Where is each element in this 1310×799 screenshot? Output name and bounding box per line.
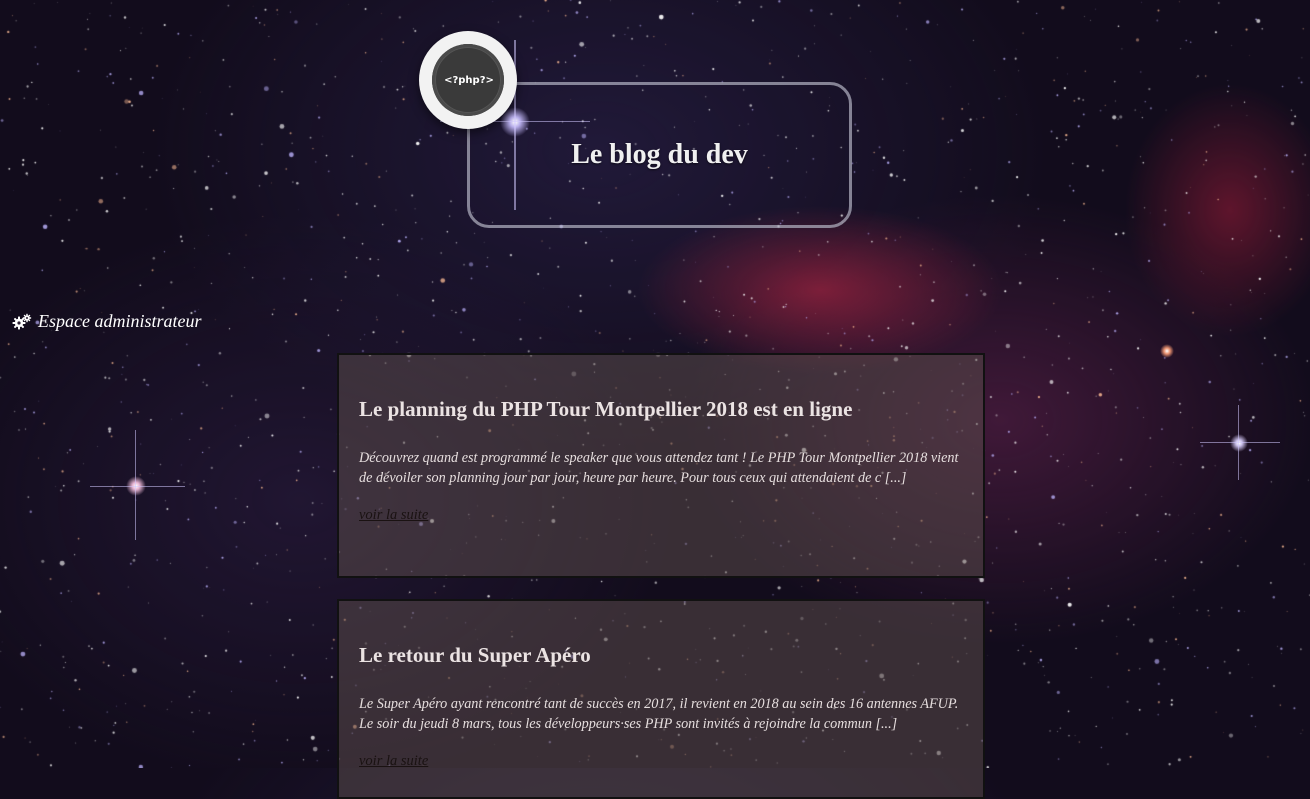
post-title: Le retour du Super Apéro <box>359 643 591 667</box>
read-more-link[interactable]: voir la suite <box>359 507 428 523</box>
post-title: Le planning du PHP Tour Montpellier 2018… <box>359 397 853 421</box>
star-flare <box>135 430 136 540</box>
site-title: Le blog du dev <box>571 139 748 170</box>
post-excerpt: Le Super Apéro ayant rencontré tant de s… <box>359 696 959 732</box>
logo-text: <?php?> <box>444 75 494 86</box>
gears-icon <box>12 313 32 329</box>
read-more-link[interactable]: voir la suite <box>359 753 428 769</box>
bright-star <box>1160 344 1174 358</box>
star-flare <box>90 486 185 487</box>
post-card: Le planning du PHP Tour Montpellier 2018… <box>337 353 985 578</box>
star-flare <box>1200 442 1280 443</box>
post-card: Le retour du Super Apéro Le Super Apéro … <box>337 599 985 799</box>
admin-space-link[interactable]: Espace administrateur <box>12 311 202 332</box>
php-logo[interactable]: <?php?> <box>419 31 517 129</box>
bright-star <box>1230 434 1248 452</box>
admin-space-label: Espace administrateur <box>38 311 202 331</box>
post-excerpt: Découvrez quand est programmé le speaker… <box>359 450 959 486</box>
site-title-box: Le blog du dev <box>467 82 852 228</box>
